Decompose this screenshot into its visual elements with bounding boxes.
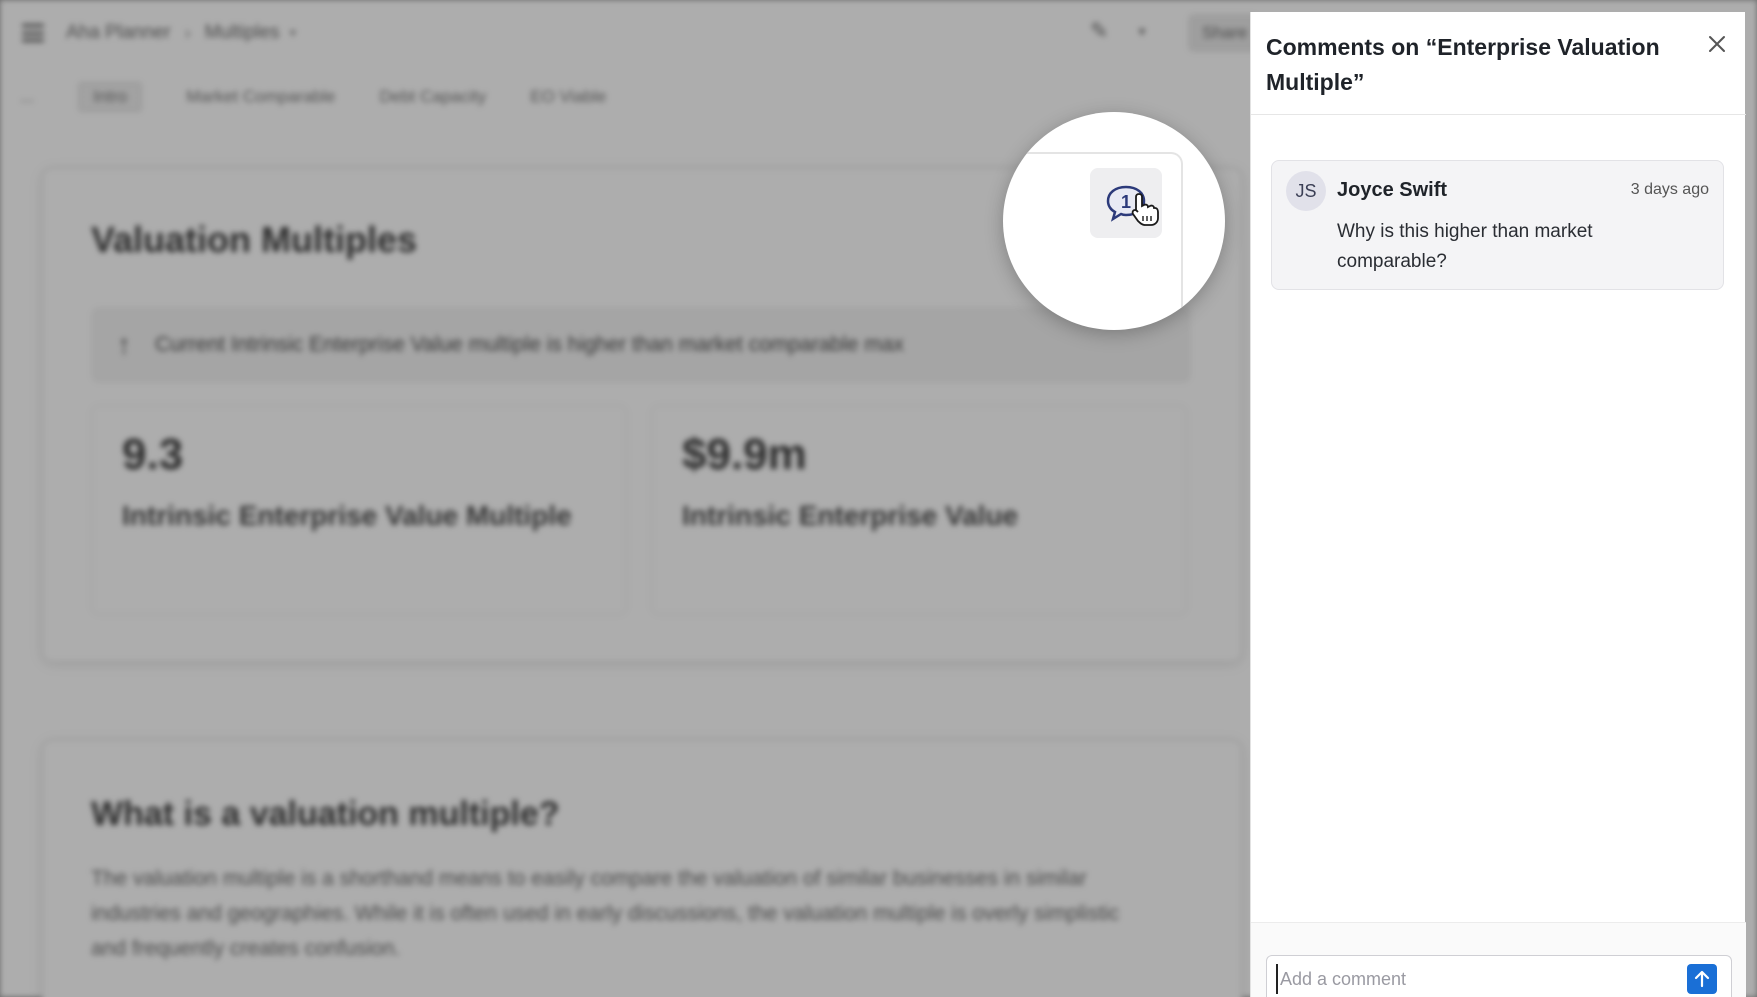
comment-badge-button[interactable]: 1 xyxy=(1090,168,1162,238)
avatar: JS xyxy=(1286,171,1326,211)
comment-item[interactable]: JS Joyce Swift 3 days ago Why is this hi… xyxy=(1271,160,1724,290)
comment-body: Why is this higher than market comparabl… xyxy=(1337,221,1593,272)
close-button[interactable] xyxy=(1703,30,1731,58)
magnifier-highlight: 1 xyxy=(1003,112,1225,330)
comment-input[interactable] xyxy=(1276,964,1676,994)
comment-composer xyxy=(1251,922,1746,997)
close-icon xyxy=(1709,36,1725,52)
arrow-up-icon xyxy=(1694,970,1710,988)
hand-pointer-icon xyxy=(1131,193,1159,226)
comments-panel-title: Comments on “Enterprise Valuation Multip… xyxy=(1266,34,1660,95)
comments-panel: Comments on “Enterprise Valuation Multip… xyxy=(1250,12,1746,997)
comment-input-container xyxy=(1266,955,1732,997)
comment-timestamp: 3 days ago xyxy=(1630,181,1709,198)
send-button[interactable] xyxy=(1687,964,1717,994)
comment-author: Joyce Swift xyxy=(1337,179,1448,201)
comments-panel-header: Comments on “Enterprise Valuation Multip… xyxy=(1251,12,1746,115)
